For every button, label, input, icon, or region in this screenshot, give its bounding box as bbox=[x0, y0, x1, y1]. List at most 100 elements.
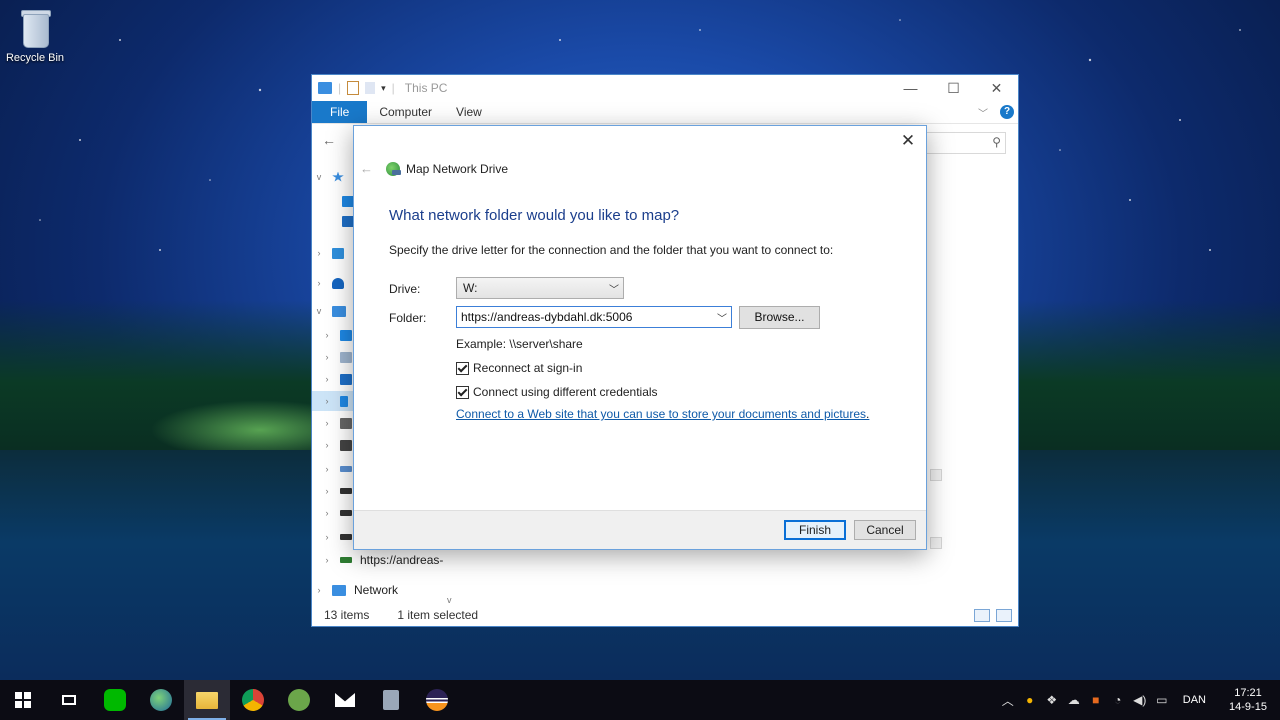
nav-item[interactable]: › bbox=[312, 325, 352, 345]
close-icon[interactable]: ✕ bbox=[896, 130, 920, 152]
back-arrow-icon[interactable]: ← bbox=[360, 161, 374, 176]
nav-item[interactable]: › bbox=[312, 347, 352, 367]
link-period: . bbox=[866, 407, 870, 421]
folder-input[interactable] bbox=[461, 310, 709, 324]
reconnect-checkbox-row[interactable]: Reconnect at sign-in bbox=[456, 361, 582, 375]
taskbar-mail[interactable] bbox=[322, 680, 368, 720]
tab-view[interactable]: View bbox=[444, 101, 494, 123]
nav-item[interactable]: › bbox=[312, 369, 352, 389]
nav-quick-access[interactable]: v bbox=[312, 167, 344, 187]
ribbon-expand-icon[interactable]: ﹀ bbox=[978, 105, 988, 120]
network-drive-icon bbox=[386, 161, 401, 176]
start-button[interactable] bbox=[0, 680, 46, 720]
windows-drive-icon bbox=[340, 466, 352, 472]
clock[interactable]: 17:21 14-9-15 bbox=[1216, 686, 1280, 714]
app-icon bbox=[383, 690, 399, 710]
search-box[interactable]: ⚲ bbox=[924, 132, 1006, 154]
large-icons-view-icon[interactable] bbox=[996, 609, 1012, 622]
nav-item[interactable]: › bbox=[312, 503, 352, 523]
action-center-icon[interactable]: ▭ bbox=[1151, 693, 1173, 707]
dialog-heading: What network folder would you like to ma… bbox=[389, 207, 680, 224]
web-site-link[interactable]: Connect to a Web site that you can use t… bbox=[456, 407, 866, 421]
taskbar-android[interactable] bbox=[276, 680, 322, 720]
nav-item[interactable] bbox=[312, 211, 354, 231]
taskbar-app[interactable] bbox=[368, 680, 414, 720]
web-site-link-row: Connect to a Web site that you can use t… bbox=[456, 407, 869, 421]
line-icon bbox=[104, 689, 126, 711]
nav-this-pc[interactable]: v bbox=[312, 301, 346, 321]
nav-item[interactable]: › bbox=[312, 481, 352, 501]
minimize-icon[interactable]: — bbox=[889, 75, 932, 101]
onedrive-icon bbox=[332, 277, 344, 289]
tab-file[interactable]: File bbox=[312, 101, 368, 123]
help-icon[interactable]: ? bbox=[1000, 105, 1014, 119]
language-indicator[interactable]: DAN bbox=[1183, 694, 1206, 706]
nav-item[interactable]: › bbox=[312, 391, 348, 411]
volume-icon[interactable]: ◀) bbox=[1129, 693, 1151, 707]
taskbar-earth[interactable] bbox=[138, 680, 184, 720]
nav-item[interactable]: › bbox=[312, 527, 352, 547]
dropbox-tray-icon[interactable]: ❖ bbox=[1041, 693, 1063, 707]
chevron-down-icon[interactable]: ﹀ bbox=[717, 310, 727, 325]
nav-item[interactable] bbox=[312, 191, 354, 211]
nav-item-label: https://andreas- bbox=[360, 553, 444, 567]
drive-select[interactable]: W: ﹀ bbox=[456, 277, 624, 299]
chevron-up-icon[interactable]: ︿ bbox=[997, 692, 1019, 709]
recycle-bin[interactable]: Recycle Bin bbox=[4, 8, 66, 64]
cancel-button[interactable]: Cancel bbox=[854, 520, 916, 540]
office-icon[interactable]: ■ bbox=[1085, 693, 1107, 707]
drive-icon bbox=[340, 488, 352, 494]
nav-mapped-drive[interactable]: › https://andreas- bbox=[312, 550, 444, 570]
browse-button[interactable]: Browse... bbox=[739, 306, 820, 329]
onedrive-tray-icon[interactable]: ☁ bbox=[1063, 693, 1085, 707]
credentials-checkbox-row[interactable]: Connect using different credentials bbox=[456, 385, 658, 399]
details-view-icon[interactable] bbox=[974, 609, 990, 622]
videos-icon bbox=[340, 439, 352, 451]
folder-label: Folder: bbox=[389, 311, 427, 325]
folder-combobox[interactable]: ﹀ bbox=[456, 306, 732, 328]
window-title: This PC bbox=[404, 81, 448, 95]
drive-label: Drive: bbox=[389, 282, 421, 296]
star-icon bbox=[332, 171, 344, 182]
tab-computer[interactable]: Computer bbox=[367, 101, 444, 123]
task-view-button[interactable] bbox=[46, 680, 92, 720]
taskbar-eclipse[interactable] bbox=[414, 680, 460, 720]
qa-dropdown-icon[interactable]: ▾ bbox=[381, 83, 386, 94]
dialog-title: Map Network Drive bbox=[406, 161, 509, 176]
reconnect-checkbox[interactable] bbox=[456, 361, 469, 375]
dialog-footer: Finish Cancel bbox=[354, 510, 926, 549]
new-folder-icon[interactable] bbox=[365, 82, 376, 94]
content-scrollbar-stub bbox=[930, 537, 942, 549]
close-window-icon[interactable]: ✕ bbox=[975, 75, 1018, 101]
drive-value: W: bbox=[463, 281, 478, 295]
nav-item[interactable]: › bbox=[312, 435, 352, 455]
finish-button[interactable]: Finish bbox=[784, 520, 846, 540]
maximize-icon[interactable]: ☐ bbox=[932, 75, 975, 101]
nav-dropbox[interactable]: › bbox=[312, 243, 344, 263]
nav-network[interactable]: › Network bbox=[312, 580, 399, 600]
ribbon: File Computer View ﹀ ? bbox=[312, 101, 1018, 124]
nav-item[interactable]: › bbox=[312, 459, 352, 479]
explorer-titlebar: | ▾ | This PC — ☐ ✕ bbox=[312, 75, 1018, 101]
nav-onedrive[interactable]: › bbox=[312, 273, 344, 293]
back-arrow-icon[interactable]: ← bbox=[322, 132, 336, 148]
nav-item[interactable]: › bbox=[312, 413, 352, 433]
norton-icon[interactable]: ● bbox=[1019, 693, 1041, 707]
network-icon bbox=[332, 584, 346, 596]
clock-time: 17:21 bbox=[1234, 687, 1262, 699]
content-scrollbar-stub bbox=[930, 469, 942, 481]
clock-date: 14-9-15 bbox=[1229, 701, 1267, 713]
downloads-folder-icon bbox=[340, 373, 352, 385]
properties-icon[interactable] bbox=[347, 81, 360, 95]
taskbar-line[interactable] bbox=[92, 680, 138, 720]
taskbar-chrome[interactable] bbox=[230, 680, 276, 720]
dropbox-icon bbox=[332, 247, 344, 259]
view-switcher bbox=[974, 609, 1012, 622]
credentials-checkbox[interactable] bbox=[456, 385, 469, 399]
wifi-icon[interactable]: ◔ bbox=[1107, 693, 1129, 707]
taskbar-file-explorer[interactable] bbox=[184, 680, 230, 720]
music-icon bbox=[340, 395, 348, 407]
pictures-icon bbox=[340, 417, 352, 429]
earth-icon bbox=[150, 689, 172, 711]
eclipse-icon bbox=[426, 689, 448, 711]
